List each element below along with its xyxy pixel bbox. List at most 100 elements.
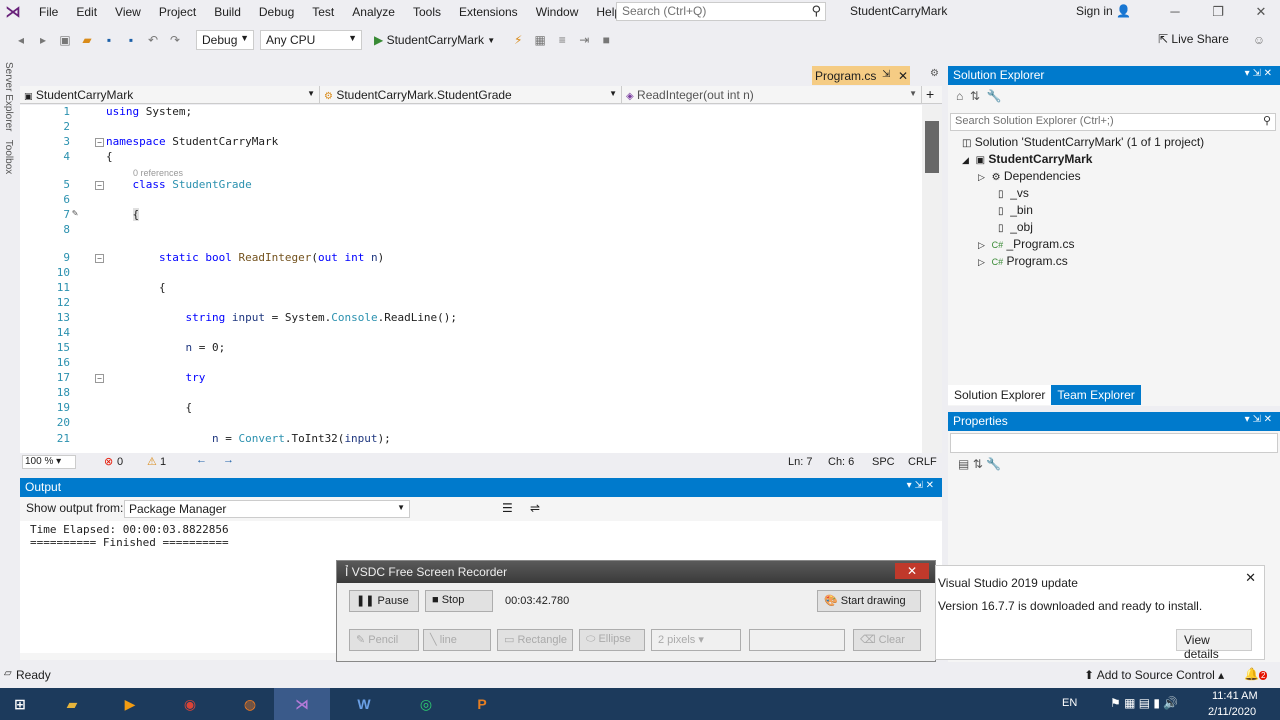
back-icon[interactable]: ◂ xyxy=(12,31,30,49)
word-icon[interactable]: W xyxy=(336,688,392,720)
collapsed-arrow-icon[interactable]: ▷ xyxy=(978,240,985,250)
ellipse-button[interactable]: ⬭ Ellipse xyxy=(579,629,645,651)
tree-item-file[interactable]: ▯ _obj xyxy=(998,220,1033,237)
new-project-icon[interactable]: ▣ xyxy=(56,31,74,49)
menu-tools[interactable]: Tools xyxy=(404,1,450,23)
firefox-icon[interactable]: ◍ xyxy=(222,688,278,720)
expanded-arrow-icon[interactable]: ◢ xyxy=(962,155,969,165)
back-arrow-icon[interactable]: ← xyxy=(196,454,207,466)
hot-reload-icon[interactable]: ⚡ xyxy=(509,31,527,49)
media-player-icon[interactable]: ▶ xyxy=(102,688,158,720)
editor-scrollbar[interactable] xyxy=(922,105,942,453)
menu-window[interactable]: Window xyxy=(527,1,588,23)
menu-file[interactable]: File xyxy=(30,1,67,23)
minimize-button[interactable]: ─ xyxy=(1160,2,1190,22)
collapsed-arrow-icon[interactable]: ▷ xyxy=(978,172,985,182)
add-to-source-control-button[interactable]: ⬆ Add to Source Control ▴ xyxy=(1084,668,1224,682)
live-share-button[interactable]: ⇱ Live Share xyxy=(1158,32,1229,46)
tab-team-explorer[interactable]: Team Explorer xyxy=(1051,385,1141,405)
undo-icon[interactable]: ↶ xyxy=(144,31,162,49)
powerpoint-icon[interactable]: P xyxy=(454,688,510,720)
server-explorer-tab[interactable]: Server Explorer Toolbox xyxy=(0,62,14,192)
zoom-dropdown[interactable]: 100 % ▾ xyxy=(22,455,76,469)
tree-item-dependencies[interactable]: ▷ ⚙ Dependencies xyxy=(978,169,1081,186)
stop-button[interactable]: ■ Stop xyxy=(425,590,493,612)
close-notification-icon[interactable]: ✕ xyxy=(1245,570,1256,586)
forward-arrow-icon[interactable]: → xyxy=(223,454,234,466)
language-indicator[interactable]: EN xyxy=(1062,697,1077,709)
start-debugging-button[interactable]: ▶ StudentCarryMark ▼ xyxy=(374,33,495,47)
settings-icon[interactable]: ⚙ xyxy=(930,68,939,79)
start-drawing-button[interactable]: 🎨 Start drawing xyxy=(817,590,921,612)
scrollbar-thumb[interactable] xyxy=(925,121,939,173)
quick-actions-icon[interactable]: ✎ xyxy=(72,208,78,219)
categorized-icon[interactable]: ▤ xyxy=(958,457,969,471)
code-lens-references[interactable]: 0 references xyxy=(133,168,183,178)
output-source-dropdown[interactable]: Package Manager ▼ xyxy=(124,500,410,518)
window-icon[interactable]: ▦ xyxy=(531,31,549,49)
pause-button[interactable]: ❚❚ Pause xyxy=(349,590,419,612)
chrome-icon[interactable]: ◉ xyxy=(162,688,218,720)
project-dropdown[interactable]: ▣ StudentCarryMark ▼ xyxy=(20,86,320,104)
tree-item-file[interactable]: ▯ _vs xyxy=(998,186,1029,203)
properties-icon[interactable]: 🔧 xyxy=(987,89,1002,103)
menu-project[interactable]: Project xyxy=(150,1,205,23)
indent-icon[interactable]: ⇥ xyxy=(575,31,593,49)
menu-analyze[interactable]: Analyze xyxy=(343,1,404,23)
clear-button[interactable]: ⌫ Clear xyxy=(853,629,921,651)
line-button[interactable]: ╲ line xyxy=(423,629,491,651)
panel-controls-icon[interactable]: ▾ ⇲ ✕ xyxy=(1245,414,1272,425)
menu-test[interactable]: Test xyxy=(303,1,343,23)
windows-start-icon[interactable]: ⊞ xyxy=(0,688,40,720)
maximize-button[interactable]: ❐ xyxy=(1203,2,1233,22)
forward-icon[interactable]: ▸ xyxy=(34,31,52,49)
search-input[interactable]: Search (Ctrl+Q) ⚲ xyxy=(616,2,826,21)
panel-controls-icon[interactable]: ▾ ⇲ ✕ xyxy=(1245,68,1272,79)
file-explorer-icon[interactable]: ▰ xyxy=(44,688,100,720)
vsdc-recorder-icon[interactable]: ◎ xyxy=(398,688,454,720)
save-icon[interactable]: ▪ xyxy=(100,31,118,49)
pixels-dropdown[interactable]: 2 pixels ▾ xyxy=(651,629,741,651)
split-editor-icon[interactable]: + xyxy=(922,86,942,104)
tray-icons[interactable]: ⚑ ▦ ▤ ▮ 🔊 xyxy=(1110,696,1178,710)
properties-object-dropdown[interactable] xyxy=(950,433,1278,453)
rectangle-button[interactable]: ▭ Rectangle xyxy=(497,629,573,651)
view-details-button[interactable]: View details xyxy=(1176,629,1252,661)
tree-item-cs-file[interactable]: ▷ C# _Program.cs xyxy=(978,237,1074,254)
solution-search-input[interactable]: Search Solution Explorer (Ctrl+;) ⚲ xyxy=(950,113,1276,131)
word-wrap-icon[interactable]: ⇌ xyxy=(530,501,540,515)
tab-solution-explorer[interactable]: Solution Explorer xyxy=(948,385,1052,405)
menu-edit[interactable]: Edit xyxy=(67,1,106,23)
collapse-toggle[interactable]: − xyxy=(95,254,104,263)
sign-in-link[interactable]: Sign in 👤 xyxy=(1076,4,1131,18)
tree-item-solution[interactable]: ◫ Solution 'StudentCarryMark' (1 of 1 pr… xyxy=(962,135,1204,152)
platform-dropdown[interactable]: Any CPU ▼ xyxy=(260,30,362,50)
member-dropdown[interactable]: ◈ ReadInteger(out int n) ▼ xyxy=(622,86,922,104)
menu-debug[interactable]: Debug xyxy=(250,1,303,23)
warning-icon[interactable]: ⚠ xyxy=(147,455,157,468)
tree-item-cs-file[interactable]: ▷ C# Program.cs xyxy=(978,254,1068,271)
tree-item-file[interactable]: ▯ _bin xyxy=(998,203,1033,220)
close-icon[interactable]: ✕ xyxy=(898,69,908,83)
menu-build[interactable]: Build xyxy=(205,1,250,23)
home-icon[interactable]: ⌂ xyxy=(956,89,963,103)
class-dropdown[interactable]: ⚙ StudentCarryMark.StudentGrade ▼ xyxy=(320,86,622,104)
redo-icon[interactable]: ↷ xyxy=(166,31,184,49)
collapsed-arrow-icon[interactable]: ▷ xyxy=(978,257,985,267)
close-window-button[interactable]: ✕ xyxy=(1246,2,1276,22)
tab-program-cs[interactable]: Program.cs ⇲ ✕ xyxy=(812,66,910,85)
menu-extensions[interactable]: Extensions xyxy=(450,1,527,23)
configuration-dropdown[interactable]: Debug ▼ xyxy=(196,30,254,50)
bookmark-icon[interactable]: ■ xyxy=(597,31,615,49)
collapse-toggle[interactable]: − xyxy=(95,138,104,147)
pencil-button[interactable]: ✎ Pencil xyxy=(349,629,419,651)
comment-icon[interactable]: ≡ xyxy=(553,31,571,49)
menu-view[interactable]: View xyxy=(106,1,150,23)
feedback-icon[interactable]: ☺ xyxy=(1250,31,1268,49)
collapse-toggle[interactable]: − xyxy=(95,374,104,383)
code-editor[interactable]: 1 using System; 2 3− namespace StudentCarr… xyxy=(20,105,922,453)
notifications-button[interactable]: 🔔 2 xyxy=(1244,667,1268,681)
save-all-icon[interactable]: ▪ xyxy=(122,31,140,49)
pin-icon[interactable]: ⇲ xyxy=(882,69,890,80)
collapse-toggle[interactable]: − xyxy=(95,181,104,190)
